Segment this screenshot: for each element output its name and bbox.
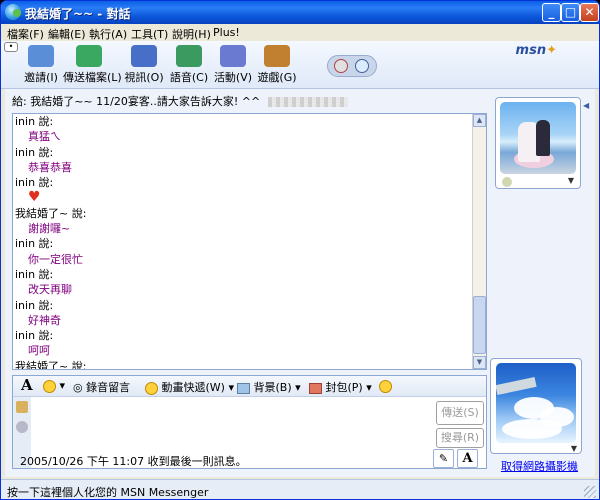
expand-pane-icon[interactable]: ◀ — [583, 101, 591, 121]
message-sender: 我結婚了~ 說: — [15, 359, 87, 370]
message-sender: inin 說: — [15, 237, 54, 251]
last-message-status: 2005/10/26 下午 11:07 收到最後一則訊息。 — [20, 455, 247, 468]
chat-lines: inin 說: 真猛ㄟ inin 說: 恭喜恭喜 inin 說: ♥ 我結婚了~ 說: 謝謝囉… — [15, 114, 470, 370]
invite-button[interactable]: 邀請(I) — [15, 45, 67, 85]
heart-icon: ♥ — [28, 189, 41, 206]
handwrite-tab-button[interactable]: ✎ — [433, 449, 454, 468]
message-text: 改天再聊 — [28, 283, 72, 297]
msn-logo-text: msn — [515, 43, 547, 58]
display-picture-icon[interactable] — [355, 59, 369, 73]
send-button[interactable]: 傳送(S) — [436, 401, 484, 425]
ink-icon[interactable] — [16, 421, 28, 433]
maximize-button[interactable]: □ — [561, 3, 580, 22]
voice-clip-button[interactable]: ◎ 錄音留言 — [73, 379, 130, 395]
message-sender: inin 說: — [15, 176, 54, 190]
title-bar[interactable]: 我結婚了~~ - 對話 _ □ ✕ — [1, 1, 599, 24]
send-file-label: 傳送檔案(L) — [63, 71, 122, 84]
background-button[interactable]: 背景(B) ▾ — [237, 379, 301, 395]
menu-plus[interactable]: Plus! — [213, 26, 240, 39]
menu-tools[interactable]: 工具(T) — [131, 26, 168, 42]
contact-picture-footer: ▼ — [500, 176, 576, 188]
background-label: 背景(B) — [253, 381, 292, 394]
msn-logo: msn✦ — [515, 43, 557, 58]
invite-icon — [28, 45, 54, 67]
search-button[interactable]: 搜尋(R) — [436, 428, 484, 448]
message-text: 謝謝囉~ — [28, 222, 71, 236]
menu-help[interactable]: 說明(H) — [172, 26, 211, 42]
menu-bar: 檔案(F) 編輯(E) 執行(A) 工具(T) 說明(H) Plus! — [1, 24, 599, 41]
status-icon — [502, 177, 512, 187]
message-text: 恭喜恭喜 — [28, 160, 72, 174]
message-sender: inin 說: — [15, 145, 54, 159]
send-file-icon — [76, 45, 102, 67]
voice-icon — [176, 45, 202, 67]
games-button[interactable]: 遊戲(G) — [251, 45, 303, 85]
gift-label: 封包(P) — [325, 381, 363, 394]
get-webcam-link[interactable]: 取得網路攝影機 — [501, 458, 578, 474]
messenger-window: 我結婚了~~ - 對話 _ □ ✕ 檔案(F) 編輯(E) 執行(A) 工具(T… — [0, 0, 600, 500]
chat-history[interactable]: inin 說: 真猛ㄟ inin 說: 恭喜恭喜 inin 說: ♥ 我結婚了~ 說: 謝謝囉… — [12, 113, 487, 370]
webcam-icon — [131, 45, 157, 67]
message-text: 真猛ㄟ — [28, 130, 61, 144]
menu-file[interactable]: 檔案(F) — [7, 26, 44, 42]
font-button[interactable]: A — [21, 376, 33, 394]
to-contact-name: 我結婚了~~ 11/20宴客..請大家告訴大家! ^^ — [30, 95, 261, 108]
menu-edit[interactable]: 編輯(E) — [48, 26, 86, 42]
message-text: 你一定很忙 — [28, 252, 83, 266]
background-icon — [237, 382, 250, 394]
block-pill — [327, 55, 377, 77]
to-label: 給: — [12, 95, 27, 108]
games-label: 遊戲(G) — [257, 71, 297, 84]
voice-clip-label: 錄音留言 — [86, 381, 131, 394]
invite-label: 邀請(I) — [24, 71, 58, 84]
toolbar: msn✦ 邀請(I) 傳送檔案(L) 視訊(O) 語音(C) 活動(V) 遊戲(… — [1, 41, 599, 89]
my-photo — [496, 363, 576, 443]
handwriting-icon[interactable] — [16, 401, 28, 413]
gift-icon — [309, 382, 322, 394]
my-picture-menu-icon[interactable]: ▼ — [571, 444, 577, 453]
close-button[interactable]: ✕ — [580, 3, 599, 22]
message-text: 好神奇 — [28, 313, 61, 327]
smile-icon — [43, 379, 56, 393]
format-toolbar: A ▾ ◎ 錄音留言 動畫快遞(W) ▾ 背景(B) ▾ 封包(P) ▾ — [13, 376, 486, 397]
window-title: 我結婚了~~ - 對話 — [25, 7, 131, 21]
message-text: 呵呵 — [28, 344, 50, 358]
message-sender: inin 說: — [15, 267, 54, 281]
bottom-bar: 按一下這裡個人化您的 MSN Messenger — [1, 479, 599, 499]
voice-clip-icon: ◎ — [73, 381, 83, 394]
messenger-icon — [5, 4, 21, 20]
contact-picture-menu-icon[interactable]: ▼ — [568, 176, 574, 185]
to-bar: 給: 我結婚了~~ 11/20宴客..請大家告訴大家! ^^ — [12, 93, 484, 111]
winks-icon — [379, 379, 392, 393]
scroll-down-icon[interactable]: ▼ — [473, 356, 486, 369]
winks-button[interactable] — [379, 379, 392, 393]
message-sender: 我結婚了~ 說: — [15, 206, 87, 220]
send-file-button[interactable]: 傳送檔案(L) — [63, 45, 122, 85]
nudge-button[interactable]: 動畫快遞(W) ▾ — [145, 379, 234, 395]
message-sender: inin 說: — [15, 115, 54, 128]
gift-button[interactable]: 封包(P) ▾ — [309, 379, 372, 395]
resize-grip[interactable] — [584, 486, 596, 498]
type-tab-button[interactable]: A — [457, 449, 478, 468]
collapse-toggle-button[interactable]: • — [4, 42, 18, 52]
activities-icon — [220, 45, 246, 67]
scroll-thumb[interactable] — [473, 296, 486, 354]
wink-icon — [145, 381, 158, 395]
contact-display-picture[interactable]: ▼ — [495, 97, 581, 189]
block-icon[interactable] — [334, 59, 348, 73]
scroll-up-icon[interactable]: ▲ — [473, 114, 486, 127]
contact-photo — [500, 102, 576, 174]
personalize-link[interactable]: 按一下這裡個人化您的 MSN Messenger — [7, 484, 208, 499]
nudge-label: 動畫快遞(W) — [161, 381, 225, 394]
my-display-picture[interactable]: ▼ — [490, 358, 582, 454]
message-sender: inin 說: — [15, 329, 54, 343]
games-icon — [264, 45, 290, 67]
emoticon-button[interactable]: ▾ — [43, 379, 65, 393]
blurred-email — [267, 97, 348, 107]
message-sender: inin 說: — [15, 298, 54, 312]
status-row: 2005/10/26 下午 11:07 收到最後一則訊息。 ✎ A — [12, 449, 487, 469]
chat-scrollbar[interactable]: ▲ ▼ — [472, 114, 486, 369]
minimize-button[interactable]: _ — [542, 3, 561, 22]
menu-actions[interactable]: 執行(A) — [89, 26, 127, 42]
